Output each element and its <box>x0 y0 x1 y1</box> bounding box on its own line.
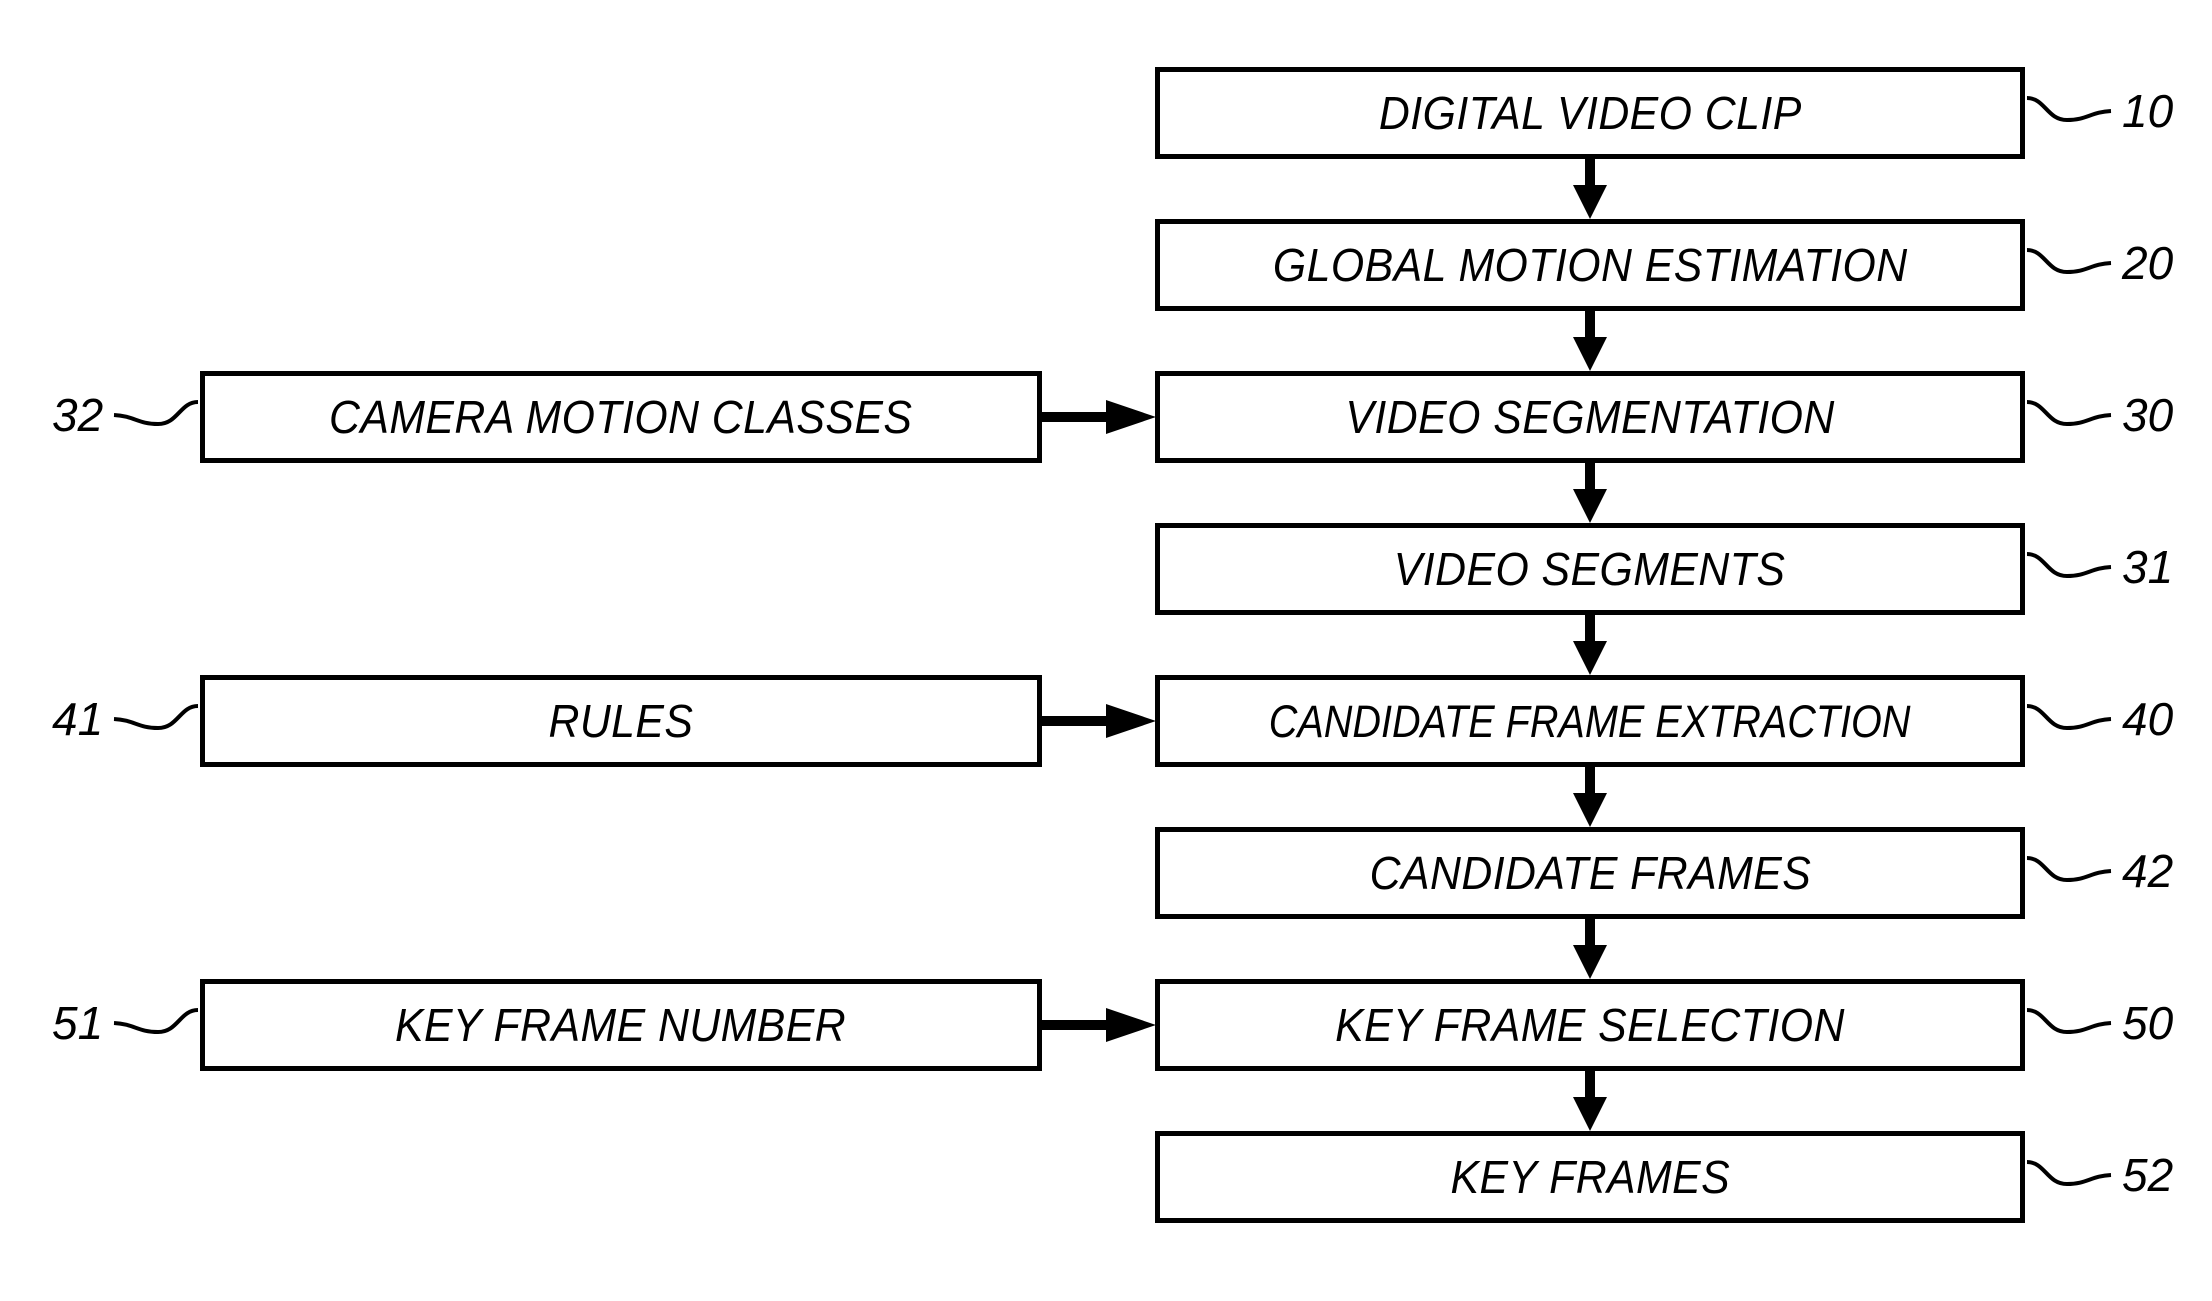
reference-numeral-20: 20 <box>2122 237 2174 289</box>
reference-numeral-41: 41 <box>52 693 104 745</box>
process-box-label: CANDIDATE FRAMES <box>1369 847 1811 899</box>
flow-arrow-30-to-31 <box>1573 463 1607 523</box>
process-box-key-frame-selection[interactable]: KEY FRAME SELECTION <box>1155 979 2025 1071</box>
process-box-digital-video-clip[interactable]: DIGITAL VIDEO CLIP <box>1155 67 2025 159</box>
leader-squiggle-30 <box>2026 400 2112 427</box>
reference-numeral-40: 40 <box>2122 693 2174 745</box>
leader-squiggle-52 <box>2026 1160 2112 1187</box>
process-box-video-segments[interactable]: VIDEO SEGMENTS <box>1155 523 2025 615</box>
input-box-label: CAMERA MOTION CLASSES <box>329 391 913 443</box>
process-box-label: GLOBAL MOTION ESTIMATION <box>1272 239 1908 291</box>
input-box-key-frame-number[interactable]: KEY FRAME NUMBER <box>200 979 1042 1071</box>
reference-numeral-10: 10 <box>2122 85 2174 137</box>
leader-squiggle-31 <box>2026 552 2112 579</box>
process-box-label: CANDIDATE FRAME EXTRACTION <box>1269 695 1911 747</box>
process-box-label: VIDEO SEGMENTATION <box>1345 391 1835 443</box>
flow-arrow-20-to-30 <box>1573 311 1607 371</box>
flow-arrow-40-to-42 <box>1573 767 1607 827</box>
input-box-camera-motion-classes[interactable]: CAMERA MOTION CLASSES <box>200 371 1042 463</box>
flow-arrow-42-to-50 <box>1573 919 1607 979</box>
reference-numeral-42: 42 <box>2122 845 2174 897</box>
leader-squiggle-41 <box>113 704 199 731</box>
reference-numeral-51: 51 <box>52 997 104 1049</box>
leader-squiggle-32 <box>113 400 199 427</box>
input-arrow-51-to-50 <box>1042 1008 1156 1042</box>
leader-squiggle-20 <box>2026 248 2112 275</box>
input-arrow-41-to-40 <box>1042 704 1156 738</box>
reference-numeral-31: 31 <box>2122 541 2174 593</box>
process-box-label: VIDEO SEGMENTS <box>1394 543 1786 595</box>
input-box-rules[interactable]: RULES <box>200 675 1042 767</box>
reference-numeral-30: 30 <box>2122 389 2174 441</box>
reference-numeral-32: 32 <box>52 389 104 441</box>
flow-arrow-10-to-20 <box>1573 159 1607 219</box>
process-box-label: DIGITAL VIDEO CLIP <box>1378 87 1802 139</box>
leader-squiggle-10 <box>2026 96 2112 123</box>
input-box-label: RULES <box>548 695 694 747</box>
input-box-label: KEY FRAME NUMBER <box>395 999 847 1051</box>
flow-arrow-31-to-40 <box>1573 615 1607 675</box>
leader-squiggle-51 <box>113 1008 199 1035</box>
process-box-video-segmentation[interactable]: VIDEO SEGMENTATION <box>1155 371 2025 463</box>
input-arrow-32-to-30 <box>1042 400 1156 434</box>
leader-squiggle-42 <box>2026 856 2112 883</box>
process-box-candidate-frame-extraction[interactable]: CANDIDATE FRAME EXTRACTION <box>1155 675 2025 767</box>
process-box-label: KEY FRAME SELECTION <box>1335 999 1845 1051</box>
flowchart-figure: DIGITAL VIDEO CLIP GLOBAL MOTION ESTIMAT… <box>0 0 2212 1301</box>
process-box-key-frames[interactable]: KEY FRAMES <box>1155 1131 2025 1223</box>
process-box-candidate-frames[interactable]: CANDIDATE FRAMES <box>1155 827 2025 919</box>
leader-squiggle-50 <box>2026 1008 2112 1035</box>
leader-squiggle-40 <box>2026 704 2112 731</box>
process-box-label: KEY FRAMES <box>1450 1151 1730 1203</box>
reference-numeral-52: 52 <box>2122 1149 2174 1201</box>
reference-numeral-50: 50 <box>2122 997 2174 1049</box>
process-box-global-motion-estimation[interactable]: GLOBAL MOTION ESTIMATION <box>1155 219 2025 311</box>
flow-arrow-50-to-52 <box>1573 1071 1607 1131</box>
